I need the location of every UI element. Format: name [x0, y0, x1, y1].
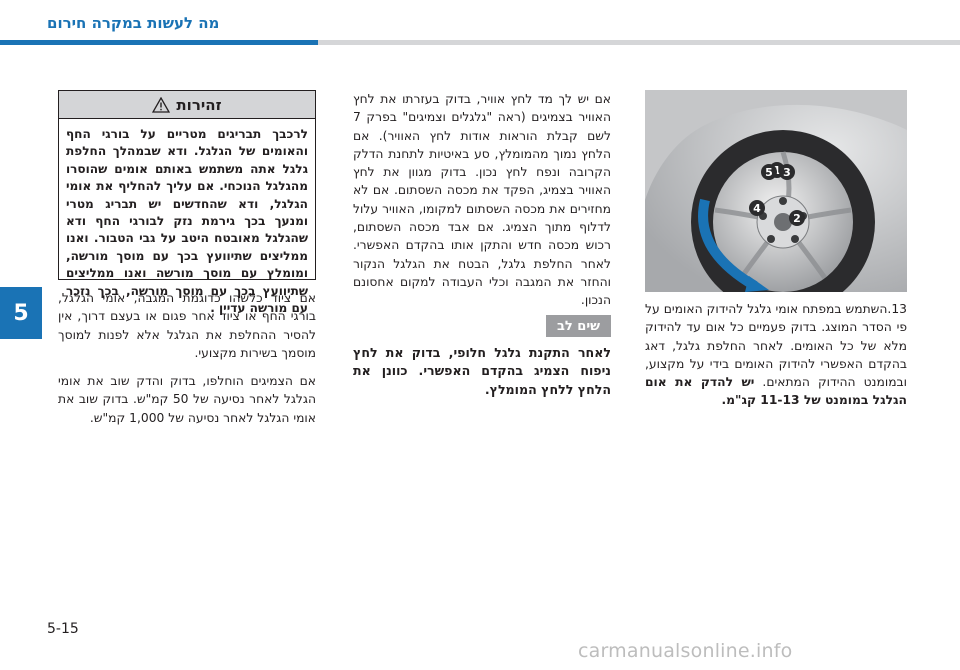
warning-title: זהירות	[176, 95, 222, 114]
site-watermark: carmanualsonline.info	[578, 640, 793, 662]
bolt-label-2: 2	[793, 212, 801, 225]
step-number: 13.	[887, 302, 907, 316]
wheel-tightening-illustration: 1 2 3 4 5	[645, 90, 907, 292]
bolt-label-3: 3	[783, 166, 791, 179]
bolt-label-4: 4	[753, 202, 761, 215]
step-13-text: 13.השתמש במפתח אומי גלגל להידוק האומים ע…	[645, 300, 907, 410]
warning-triangle-icon	[152, 96, 171, 113]
paragraph-recheck-nuts: אם הצמיגים הוחלפו, בדוק והדק שוב את אומי…	[58, 374, 316, 425]
warning-box: זהירות לרכבך תבריגים מטריים על בורגי החף…	[58, 90, 316, 315]
paragraph-damaged-equipment: אם ציוד כלשהו כדוגמת המגבה, אומי הגלגל, …	[58, 291, 316, 360]
header-divider-accent	[0, 40, 318, 45]
bolt-label-5: 5	[765, 166, 773, 179]
page-header-title: מה לעשות במקרה חירום	[47, 14, 220, 32]
notice-tag: שים לב	[546, 315, 611, 337]
warning-body: לרכבך תבריגים מטריים על בורגי החף והאומי…	[66, 127, 308, 316]
chapter-tab: 5	[0, 287, 42, 339]
warning-header: זהירות	[59, 91, 315, 119]
wheel-svg: 1 2 3 4 5	[645, 90, 907, 292]
notice-text: לאחר התקנת גלגל חלופי, בדוק את לחץ ניפוח…	[353, 345, 611, 397]
paragraph-tire-pressure: אם יש לך מד לחץ אוויר, בדוק בעזרתו את לח…	[353, 92, 611, 308]
page-number: 5-15	[47, 621, 79, 637]
